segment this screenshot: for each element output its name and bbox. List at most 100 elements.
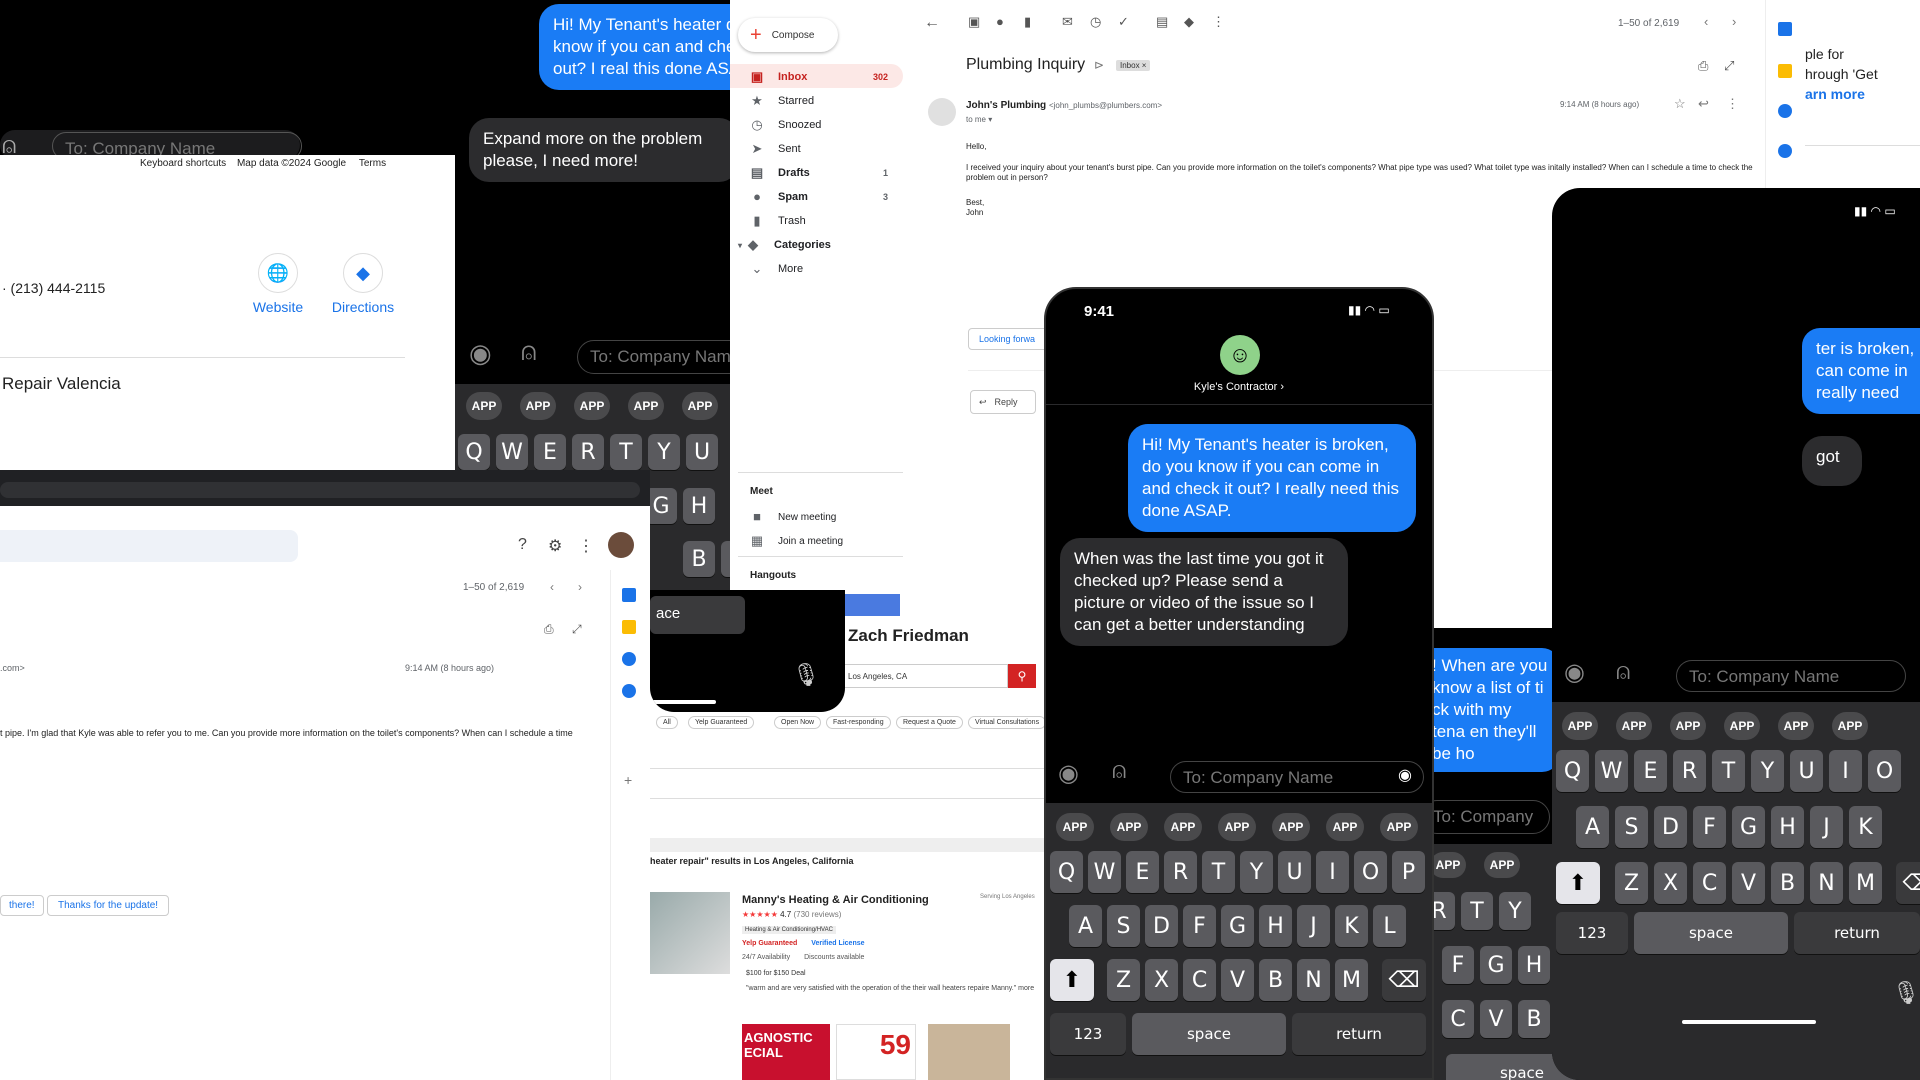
numbers-key[interactable]: 123 bbox=[1050, 1013, 1126, 1055]
key[interactable]: A bbox=[1576, 806, 1609, 848]
location-input[interactable]: Los Angeles, CA bbox=[843, 664, 1008, 688]
app-chip[interactable]: APP bbox=[1272, 813, 1310, 841]
search-bar[interactable] bbox=[0, 530, 298, 562]
key[interactable]: F bbox=[1442, 946, 1474, 984]
deal-label[interactable]: $100 for $150 Deal bbox=[746, 970, 806, 977]
numbers-key[interactable]: 123 bbox=[1556, 912, 1628, 954]
app-chip[interactable]: APP bbox=[1430, 852, 1466, 878]
reply-icon[interactable]: ↩ bbox=[1698, 96, 1709, 112]
key[interactable]: Q bbox=[1556, 750, 1589, 792]
archive-icon[interactable]: ▣ bbox=[968, 14, 980, 30]
search-button[interactable]: ⚲ bbox=[1008, 664, 1036, 688]
nav-trash-item[interactable]: ▮ Trash bbox=[750, 214, 900, 228]
app-chip[interactable]: APP bbox=[682, 392, 718, 420]
app-chip[interactable]: APP bbox=[1832, 712, 1868, 740]
prev-page-icon[interactable]: ‹ bbox=[550, 580, 554, 594]
app-chip[interactable]: APP bbox=[1326, 813, 1364, 841]
directions-button[interactable]: ◆ Directions bbox=[328, 253, 398, 315]
key[interactable]: R bbox=[572, 434, 604, 470]
key[interactable]: B bbox=[1518, 1000, 1550, 1038]
space-key[interactable]: space bbox=[1132, 1013, 1286, 1055]
key[interactable]: W bbox=[496, 434, 528, 470]
add-addon-icon[interactable]: + bbox=[624, 772, 632, 788]
print-icon[interactable]: ⎙ bbox=[544, 622, 554, 637]
app-store-icon[interactable]: ⍝ bbox=[1112, 757, 1126, 785]
snooze-icon[interactable]: ◷ bbox=[1090, 14, 1101, 30]
ad-tile-photo[interactable] bbox=[928, 1024, 1010, 1080]
return-key[interactable]: return bbox=[1794, 912, 1920, 954]
open-new-window-icon[interactable]: ⤢ bbox=[572, 622, 582, 637]
key[interactable]: W bbox=[1088, 851, 1121, 893]
prev-page-icon[interactable]: ‹ bbox=[1704, 14, 1708, 29]
calendar-icon[interactable] bbox=[622, 588, 636, 602]
key[interactable]: U bbox=[686, 434, 718, 470]
move-to-icon[interactable]: ▤ bbox=[1156, 14, 1168, 30]
key[interactable]: T bbox=[1461, 892, 1493, 930]
key[interactable]: D bbox=[1145, 905, 1178, 947]
camera-icon[interactable]: ◉ bbox=[1564, 658, 1585, 687]
shift-key[interactable]: ⬆ bbox=[1556, 862, 1600, 904]
app-chip[interactable]: APP bbox=[520, 392, 556, 420]
key[interactable]: U bbox=[1790, 750, 1823, 792]
microphone-icon[interactable]: 🎙 bbox=[1892, 980, 1920, 1006]
key[interactable]: L bbox=[1373, 905, 1406, 947]
app-store-icon[interactable]: ⍝ bbox=[1616, 658, 1630, 686]
key[interactable]: E bbox=[1126, 851, 1159, 893]
shift-key[interactable]: ⬆ bbox=[1050, 959, 1094, 1001]
key[interactable]: Y bbox=[1499, 892, 1531, 930]
category-tag[interactable]: Heating & Air Conditioning/HVAC bbox=[742, 926, 836, 934]
key[interactable]: I bbox=[1829, 750, 1862, 792]
reply-button[interactable]: ↩ Reply bbox=[970, 390, 1036, 414]
more-options-icon[interactable]: ⋮ bbox=[1726, 96, 1739, 112]
microphone-icon[interactable]: 🎙 bbox=[792, 662, 820, 688]
key[interactable]: R bbox=[1164, 851, 1197, 893]
contact-avatar[interactable]: ☺ bbox=[1220, 335, 1260, 375]
space-key[interactable]: space bbox=[1634, 912, 1788, 954]
open-new-window-icon[interactable]: ⤢ bbox=[1724, 58, 1734, 74]
key[interactable]: J bbox=[1810, 806, 1843, 848]
app-chip[interactable]: APP bbox=[628, 392, 664, 420]
calendar-icon[interactable] bbox=[1778, 22, 1792, 36]
key[interactable]: H bbox=[1771, 806, 1804, 848]
settings-gear-icon[interactable]: ⚙ bbox=[548, 536, 562, 556]
terms-link[interactable]: Terms bbox=[359, 158, 386, 169]
key[interactable]: Y bbox=[648, 434, 680, 470]
key[interactable]: B bbox=[1771, 862, 1804, 904]
key[interactable]: N bbox=[1810, 862, 1843, 904]
delete-key[interactable]: ⌫ bbox=[1382, 959, 1426, 1001]
contact-name[interactable]: Kyle's Contractor › bbox=[1046, 381, 1432, 393]
key[interactable]: Q bbox=[1050, 851, 1083, 893]
key-b[interactable]: B bbox=[683, 541, 715, 577]
phone-number[interactable]: · (213) 444-2115 bbox=[2, 280, 105, 296]
report-spam-icon[interactable]: ● bbox=[996, 14, 1004, 29]
audio-wave-icon[interactable]: ◉ bbox=[1398, 765, 1412, 785]
app-chip[interactable]: APP bbox=[1380, 813, 1418, 841]
key[interactable]: D bbox=[1654, 806, 1687, 848]
app-chip[interactable]: APP bbox=[1724, 712, 1760, 740]
return-key[interactable]: return bbox=[1292, 1013, 1426, 1055]
key[interactable]: Z bbox=[1615, 862, 1648, 904]
key[interactable]: W bbox=[1595, 750, 1628, 792]
nav-snoozed-item[interactable]: ◷ Snoozed bbox=[750, 118, 900, 132]
camera-icon[interactable]: ◉ bbox=[469, 338, 492, 369]
key[interactable]: H bbox=[1518, 946, 1550, 984]
nav-more-item[interactable]: ⌄ More bbox=[750, 262, 900, 276]
key[interactable]: O bbox=[1354, 851, 1387, 893]
next-page-icon[interactable]: › bbox=[1732, 14, 1736, 29]
more-options-icon[interactable]: ⋮ bbox=[1212, 14, 1225, 30]
key[interactable]: F bbox=[1183, 905, 1216, 947]
key[interactable]: F bbox=[1693, 806, 1726, 848]
mark-unread-icon[interactable]: ✉ bbox=[1062, 14, 1073, 30]
business-name[interactable]: Manny's Heating & Air Conditioning bbox=[742, 894, 929, 906]
key[interactable]: K bbox=[1335, 905, 1368, 947]
to-field[interactable]: To: Company Name bbox=[1170, 761, 1424, 793]
key[interactable]: V bbox=[1732, 862, 1765, 904]
filter-chip-open-now[interactable]: Open Now bbox=[774, 716, 822, 729]
key[interactable]: E bbox=[534, 434, 566, 470]
key[interactable]: S bbox=[1615, 806, 1648, 848]
nav-sent-item[interactable]: ➤ Sent bbox=[750, 142, 900, 156]
nav-categories-item[interactable]: ▾ ◆ Categories bbox=[738, 238, 900, 252]
app-chip[interactable]: APP bbox=[1562, 712, 1598, 740]
apps-grid-icon[interactable]: ⋮ bbox=[578, 536, 594, 556]
camera-icon[interactable]: ◉ bbox=[1058, 759, 1079, 788]
